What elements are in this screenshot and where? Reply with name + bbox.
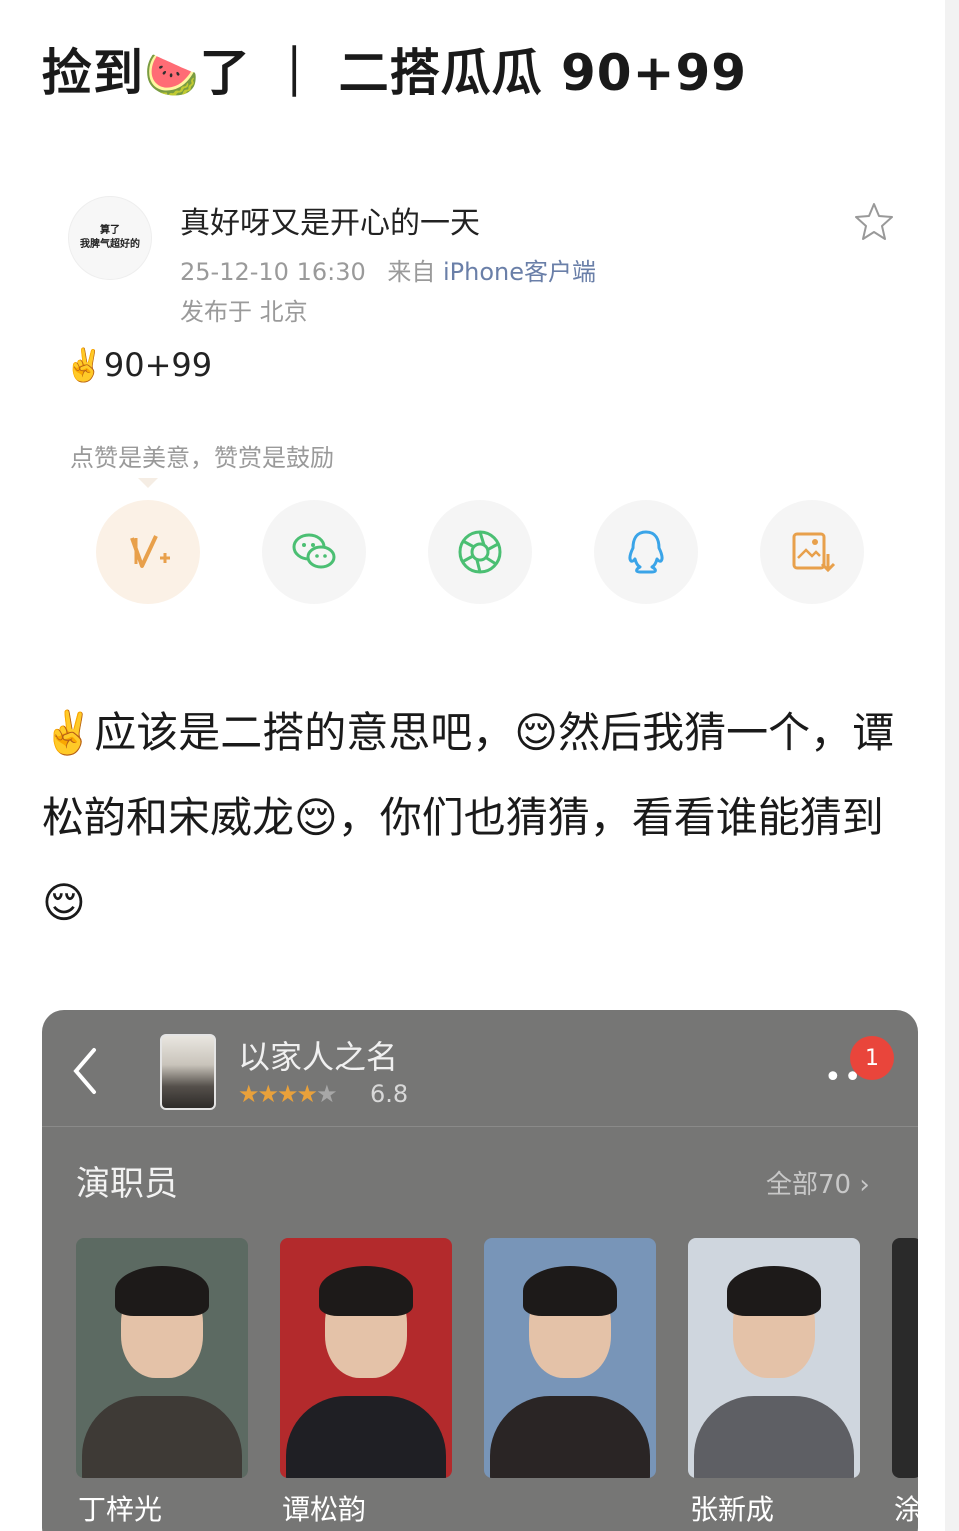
post-location: 发布于 北京 — [180, 298, 308, 326]
drama-poster — [160, 1034, 216, 1110]
post-source[interactable]: iPhone客户端 — [443, 258, 596, 286]
post-short-text: ✌️90+99 — [64, 346, 213, 384]
back-arrow-icon — [73, 1048, 96, 1094]
qq-penguin-icon — [628, 530, 664, 574]
cast-photo-body — [490, 1396, 650, 1478]
star-filled-icon: ★ — [238, 1080, 259, 1108]
cast-name: 张新成 — [690, 1493, 775, 1526]
share-wechat-button[interactable] — [262, 500, 366, 604]
reward-button[interactable] — [96, 500, 200, 604]
title-prefix: 捡到 — [42, 44, 144, 102]
drama-title: 以家人之名 — [238, 1038, 399, 1076]
source-prefix: 来自 — [387, 258, 436, 286]
hint-pointer-icon — [138, 478, 158, 488]
cast-photo-body — [286, 1396, 446, 1478]
post-meta: 25-12-10 16:30 来自 iPhone客户端 — [180, 252, 596, 287]
view-all-link: 全部70 › — [766, 1170, 870, 1200]
avatar[interactable]: 算了 我脾气超好的 — [68, 196, 152, 280]
cast-name: 谭松韵 — [282, 1493, 367, 1526]
save-image-icon — [792, 532, 836, 573]
rating-score: 6.8 — [370, 1080, 409, 1108]
cast-photo-hair — [523, 1266, 617, 1316]
cast-photo — [484, 1238, 656, 1478]
watermelon-emoji: 🍉 — [144, 50, 200, 101]
cast-name: 丁梓光 — [78, 1493, 163, 1526]
cast-photo-hair — [727, 1266, 821, 1316]
moments-aperture-icon — [458, 530, 502, 574]
cast-name: 涂 — [894, 1493, 918, 1526]
section-title: 演职员 — [76, 1164, 178, 1204]
rating-stars: ★★★★★ — [238, 1080, 338, 1108]
wechat-icon — [292, 533, 336, 569]
post-timestamp: 25-12-10 16:30 — [180, 258, 366, 286]
share-moments-button[interactable] — [428, 500, 532, 604]
post-body-text: ✌️应该是二搭的意思吧，😌然后我猜一个，谭松韵和宋威龙😌，你们也猜猜，看看谁能猜… — [42, 708, 895, 927]
avatar-text-line-2: 我脾气超好的 — [80, 239, 140, 250]
cast-photo-hair — [319, 1266, 413, 1316]
save-image-button[interactable] — [760, 500, 864, 604]
notification-badge: 1 — [850, 1036, 894, 1080]
reward-v-plus-icon — [130, 535, 170, 568]
embedded-drama-screenshot: 以家人之名 ★★★★★ 6.8 •• 1 演职员 全部70 › 丁梓光 谭松韵 张新… — [42, 1010, 918, 1531]
title-suffix: 了 ｜ 二搭瓜瓜 90+99 — [199, 44, 748, 102]
appreciate-hint: 点赞是美意，赞赏是鼓励 — [70, 444, 334, 472]
cast-photo — [76, 1238, 248, 1478]
cast-photo-hair — [115, 1266, 209, 1316]
share-qq-button[interactable] — [594, 500, 698, 604]
star-filled-icon: ★ — [277, 1080, 298, 1108]
cast-photo-body — [694, 1396, 854, 1478]
star-filled-icon: ★ — [257, 1080, 279, 1108]
avatar-text-line-1: 算了 — [100, 225, 120, 236]
cast-photo — [280, 1238, 452, 1478]
star-icon[interactable] — [852, 200, 896, 244]
cast-photo — [892, 1238, 918, 1478]
star-empty-icon: ★ — [316, 1080, 337, 1108]
cast-photo — [688, 1238, 860, 1478]
divider — [42, 1126, 918, 1127]
page-title: 捡到🍉了 ｜ 二搭瓜瓜 90+99 — [42, 38, 747, 111]
cast-photo-body — [82, 1396, 242, 1478]
scrollbar[interactable] — [945, 0, 959, 1531]
username[interactable]: 真好呀又是开心的一天 — [180, 198, 480, 242]
star-half-icon: ★ — [296, 1080, 318, 1108]
